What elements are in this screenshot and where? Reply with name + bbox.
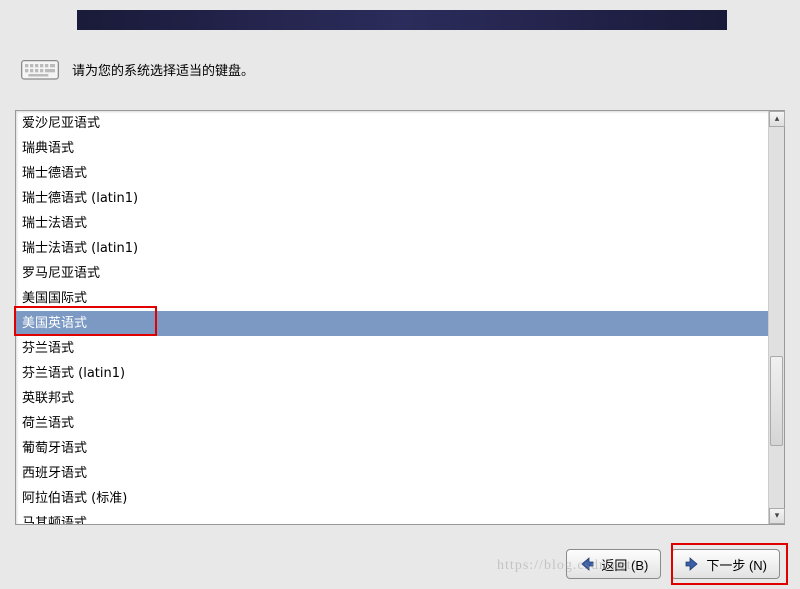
list-item[interactable]: 美国国际式 xyxy=(16,286,768,311)
list-item[interactable]: 荷兰语式 xyxy=(16,411,768,436)
list-item[interactable]: 瑞士法语式 xyxy=(16,211,768,236)
keyboard-list: 爱沙尼亚语式瑞典语式瑞士德语式瑞士德语式 (latin1)瑞士法语式瑞士法语式 … xyxy=(15,110,785,525)
scrollbar[interactable]: ▴ ▾ xyxy=(768,111,784,524)
list-item[interactable]: 马其顿语式 xyxy=(16,511,768,524)
prompt-text: 请为您的系统选择适当的键盘。 xyxy=(72,60,254,79)
next-button-label: 下一步 (N) xyxy=(706,555,767,574)
arrow-right-icon xyxy=(684,556,700,572)
list-item[interactable]: 英联邦式 xyxy=(16,386,768,411)
arrow-left-icon xyxy=(579,556,595,572)
scroll-thumb[interactable] xyxy=(770,356,783,446)
list-item[interactable]: 瑞典语式 xyxy=(16,136,768,161)
next-button[interactable]: 下一步 (N) xyxy=(671,549,780,579)
list-item[interactable]: 美国英语式 xyxy=(16,311,768,336)
list-item[interactable]: 芬兰语式 (latin1) xyxy=(16,361,768,386)
prompt-row: 请为您的系统选择适当的键盘。 xyxy=(20,55,254,83)
list-item[interactable]: 阿拉伯语式 (标准) xyxy=(16,486,768,511)
list-item[interactable]: 罗马尼亚语式 xyxy=(16,261,768,286)
list-item[interactable]: 爱沙尼亚语式 xyxy=(16,111,768,136)
scroll-down-button[interactable]: ▾ xyxy=(769,508,785,524)
list-item[interactable]: 瑞士德语式 (latin1) xyxy=(16,186,768,211)
list-item[interactable]: 瑞士德语式 xyxy=(16,161,768,186)
list-item[interactable]: 芬兰语式 xyxy=(16,336,768,361)
back-button-label: 返回 (B) xyxy=(601,555,648,574)
scroll-up-button[interactable]: ▴ xyxy=(769,111,785,127)
button-row: 返回 (B) 下一步 (N) xyxy=(566,549,780,579)
keyboard-icon xyxy=(20,55,60,83)
header-banner xyxy=(77,10,727,30)
list-item[interactable]: 葡萄牙语式 xyxy=(16,436,768,461)
list-item[interactable]: 瑞士法语式 (latin1) xyxy=(16,236,768,261)
scroll-track[interactable] xyxy=(769,127,784,508)
list-item[interactable]: 西班牙语式 xyxy=(16,461,768,486)
back-button[interactable]: 返回 (B) xyxy=(566,549,661,579)
